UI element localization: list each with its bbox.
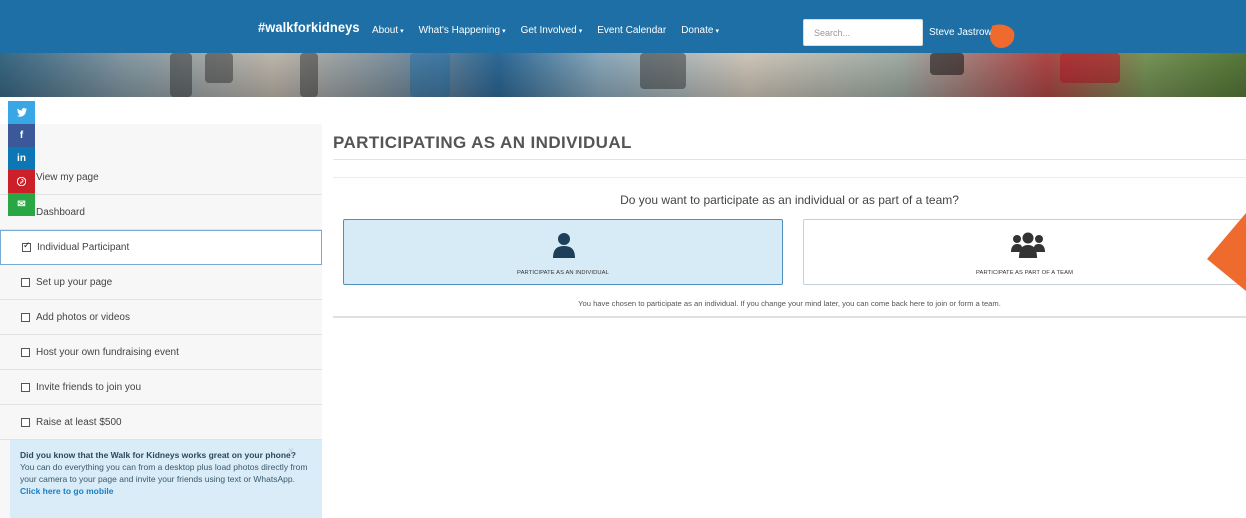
twitter-share-button[interactable] (8, 101, 35, 124)
tip-title: Did you know that the Walk for Kidneys w… (20, 450, 296, 460)
participation-choice-card: Do you want to participate as an individ… (333, 177, 1246, 318)
nav-get-involved[interactable]: Get Involved ▾ (521, 25, 583, 36)
email-share-button[interactable]: ✉ (8, 193, 35, 216)
caret-down-icon: ▾ (502, 28, 506, 35)
caret-down-icon: ▾ (715, 28, 719, 35)
top-navbar: #walkforkidneys About ▾ What's Happening ▾… (0, 0, 1246, 53)
participation-question: Do you want to participate as an individ… (620, 193, 959, 207)
search-input[interactable] (803, 19, 923, 46)
twitter-icon (16, 108, 27, 117)
linkedin-icon: in (17, 153, 26, 164)
checkbox-empty-icon (21, 312, 30, 322)
user-avatar-icon[interactable] (988, 22, 1016, 50)
sidebar-step-host-event[interactable]: Host your own fundraising event (0, 335, 322, 370)
checkbox-empty-icon (21, 277, 30, 287)
pinterest-icon (17, 177, 26, 186)
close-icon[interactable]: × (288, 446, 294, 458)
option-label: PARTICIPATE AS PART OF A TEAM (975, 270, 1074, 276)
hero-shade (0, 53, 1246, 97)
sidebar-step-individual-participant[interactable]: Individual Participant (0, 230, 322, 265)
sidebar-item-label: Host your own fundraising event (36, 346, 179, 358)
pinterest-share-button[interactable] (8, 170, 35, 193)
caret-down-icon: ▾ (578, 28, 583, 35)
social-share-bar: f in ✉ (8, 101, 35, 216)
facebook-share-button[interactable]: f (8, 124, 35, 147)
caret-down-icon: ▾ (400, 28, 404, 35)
chosen-note: You have chosen to participate as an ind… (578, 299, 1001, 308)
participate-team-button[interactable]: PARTICIPATE AS PART OF A TEAM (803, 219, 1246, 285)
nav-event-calendar[interactable]: Event Calendar (597, 25, 666, 36)
sidebar-item-label: Invite friends to join you (36, 381, 142, 393)
sidebar-step-set-up-page[interactable]: Set up your page (0, 265, 322, 300)
checkbox-empty-icon (21, 382, 30, 392)
checkbox-checked-icon (22, 240, 31, 252)
sidebar-item-label: Individual Participant (37, 242, 130, 253)
envelope-icon: ✉ (17, 199, 26, 210)
hero-banner-image (0, 53, 1246, 97)
title-divider (333, 159, 1246, 160)
sidebar-link-view-my-page[interactable]: View my page (0, 160, 322, 195)
linkedin-share-button[interactable]: in (8, 147, 35, 170)
users-group-icon (1011, 232, 1045, 258)
nav-whats-happening[interactable]: What's Happening ▾ (419, 25, 506, 36)
sidebar-item-label: Dashboard (36, 206, 85, 218)
checkbox-empty-icon (21, 347, 30, 357)
sidebar-item-label: Raise at least $500 (36, 416, 122, 428)
progress-sidebar: View my page Dashboard Individual Partic… (0, 124, 322, 518)
tip-body: You can do everything you can from a des… (20, 462, 308, 484)
participate-individual-button[interactable]: PARTICIPATE AS AN INDIVIDUAL (343, 219, 783, 285)
sidebar-step-invite-friends[interactable]: Invite friends to join you (0, 370, 322, 405)
orange-tab-triangle-icon[interactable] (1207, 213, 1246, 291)
sidebar-link-dashboard[interactable]: Dashboard (0, 195, 322, 230)
sidebar-item-label: Set up your page (36, 276, 113, 288)
user-name-link[interactable]: Steve Jastrow (929, 27, 992, 38)
sidebar-item-label: View my page (36, 171, 99, 183)
option-label: PARTICIPATE AS AN INDIVIDUAL (517, 270, 609, 276)
page-title: PARTICIPATING AS AN INDIVIDUAL (333, 133, 632, 152)
main-nav: About ▾ What's Happening ▾ Get Involved ▾ E… (372, 25, 719, 36)
nav-about[interactable]: About ▾ (372, 25, 404, 36)
user-icon (553, 233, 575, 258)
go-mobile-link[interactable]: Click here to go mobile (20, 486, 114, 496)
sidebar-step-add-photos[interactable]: Add photos or videos (0, 300, 322, 335)
nav-donate[interactable]: Donate ▾ (681, 25, 719, 36)
sidebar-step-raise-goal[interactable]: Raise at least $500 (0, 405, 322, 440)
checkbox-empty-icon (21, 417, 30, 427)
facebook-icon: f (19, 130, 24, 141)
mobile-tip-alert: × Did you know that the Walk for Kidneys… (10, 440, 322, 518)
sidebar-item-label: Add photos or videos (36, 311, 130, 323)
brand-logo-text[interactable]: #walkforkidneys (258, 19, 360, 35)
